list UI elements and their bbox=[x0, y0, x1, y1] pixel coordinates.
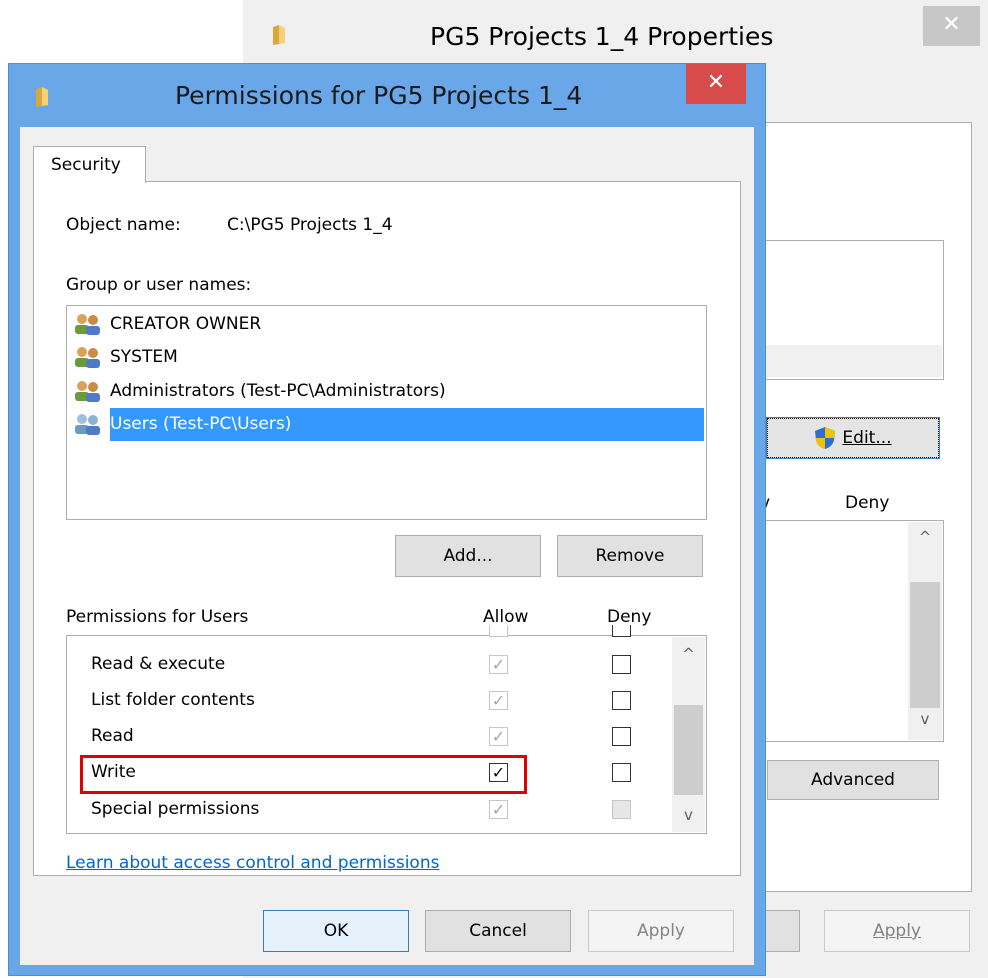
cancel-button[interactable]: Cancel bbox=[425, 910, 571, 952]
properties-title: PG5 Projects 1_4 Properties bbox=[430, 22, 774, 51]
dialog-title: Permissions for PG5 Projects 1_4 bbox=[175, 81, 583, 110]
permission-scroll-thumb[interactable] bbox=[674, 705, 703, 795]
object-name-value: C:\PG5 Projects 1_4 bbox=[227, 215, 393, 235]
ok-button[interactable]: OK bbox=[263, 910, 409, 952]
scroll-down-icon[interactable]: v bbox=[672, 806, 705, 824]
add-button[interactable]: Add... bbox=[395, 535, 541, 577]
users-group-icon bbox=[75, 381, 100, 402]
folder-icon bbox=[273, 25, 285, 45]
properties-user-list-selection bbox=[760, 345, 942, 377]
scroll-down-icon[interactable]: v bbox=[908, 710, 942, 728]
checkmark-icon: ✓ bbox=[491, 800, 506, 819]
checkmark-icon: ✓ bbox=[491, 727, 506, 746]
deny-checkbox[interactable] bbox=[612, 763, 631, 782]
properties-deny-header: Deny bbox=[845, 493, 890, 513]
folder-icon bbox=[36, 87, 48, 107]
allow-column-header: Allow bbox=[483, 607, 529, 627]
users-group-icon bbox=[75, 414, 100, 435]
permission-name: Read bbox=[91, 726, 134, 746]
edit-button-label: Edit... bbox=[842, 428, 892, 448]
tab-security[interactable]: Security bbox=[33, 146, 146, 183]
list-item-label: Administrators (Test-PC\Administrators) bbox=[110, 381, 446, 401]
uac-shield-icon bbox=[815, 427, 836, 449]
list-item[interactable]: Administrators (Test-PC\Administrators) bbox=[72, 375, 446, 407]
scroll-up-icon[interactable]: ^ bbox=[672, 645, 705, 663]
object-name-label: Object name: bbox=[66, 215, 181, 235]
permissions-for-label: Permissions for Users bbox=[66, 607, 249, 627]
close-icon: ✕ bbox=[706, 70, 726, 95]
users-group-icon bbox=[75, 347, 100, 368]
list-item[interactable]: CREATOR OWNER bbox=[72, 308, 261, 340]
edit-button[interactable]: Edit... bbox=[766, 417, 940, 459]
users-group-icon bbox=[75, 314, 100, 335]
write-highlight-box bbox=[80, 755, 527, 794]
deny-checkbox[interactable] bbox=[612, 727, 631, 746]
checkmark-icon: ✓ bbox=[491, 655, 506, 674]
list-item-label: CREATOR OWNER bbox=[110, 314, 262, 334]
deny-checkbox[interactable] bbox=[612, 655, 631, 674]
deny-checkbox bbox=[612, 800, 631, 819]
permission-name: Read & execute bbox=[91, 654, 226, 674]
dialog-close-button[interactable]: ✕ bbox=[686, 64, 746, 104]
advanced-button[interactable]: Advanced bbox=[767, 760, 939, 800]
scroll-up-icon[interactable]: ^ bbox=[908, 528, 942, 546]
checkmark-icon: ✓ bbox=[491, 691, 506, 710]
permission-name: Special permissions bbox=[91, 799, 260, 819]
list-item-selected[interactable]: Users (Test-PC\Users) bbox=[72, 408, 292, 440]
deny-column-header: Deny bbox=[607, 607, 652, 627]
list-item-label: SYSTEM bbox=[110, 347, 178, 367]
properties-apply-button[interactable]: Apply bbox=[824, 910, 970, 952]
group-or-user-label: Group or user names: bbox=[66, 275, 252, 295]
remove-button[interactable]: Remove bbox=[557, 535, 703, 577]
allow-checkbox: ✓ bbox=[489, 691, 508, 710]
apply-button[interactable]: Apply bbox=[588, 910, 734, 952]
properties-close-button[interactable]: ✕ bbox=[923, 6, 980, 46]
deny-checkbox-partial bbox=[612, 625, 631, 637]
learn-access-control-link[interactable]: Learn about access control and permissio… bbox=[66, 853, 439, 873]
deny-checkbox[interactable] bbox=[612, 691, 631, 710]
allow-checkbox: ✓ bbox=[489, 727, 508, 746]
list-item[interactable]: SYSTEM bbox=[72, 341, 178, 373]
list-item-label: Users (Test-PC\Users) bbox=[110, 414, 292, 434]
allow-checkbox: ✓ bbox=[489, 655, 508, 674]
permission-name: List folder contents bbox=[91, 690, 255, 710]
allow-checkbox-partial bbox=[489, 625, 508, 637]
properties-scroll-thumb[interactable] bbox=[910, 582, 940, 708]
close-icon: ✕ bbox=[942, 12, 961, 37]
allow-checkbox: ✓ bbox=[489, 800, 508, 819]
